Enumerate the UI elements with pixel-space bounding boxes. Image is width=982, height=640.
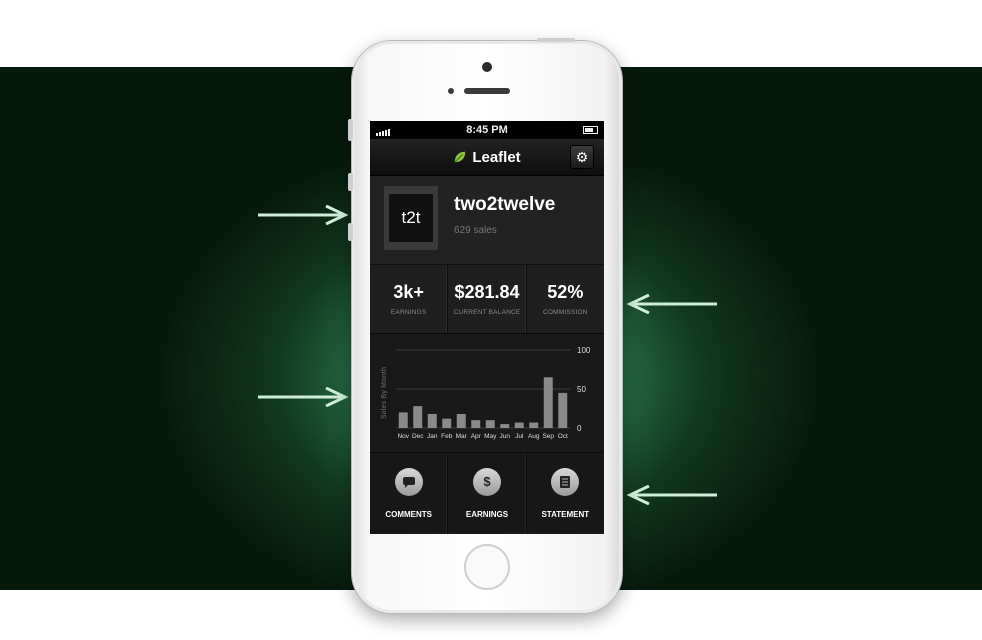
sales-chart-svg: 100 50 0 Sales By Month Nov Dec Jan Feb Mar Apr Ma… <box>381 346 591 440</box>
x-tick-label: Oct <box>558 433 568 440</box>
chart-bar <box>558 392 568 428</box>
stat-commission[interactable]: 52% COMMISSION <box>527 265 604 333</box>
chart-bar <box>471 420 481 428</box>
arrow-right-icon <box>258 205 349 225</box>
stat-label: COMMISSION <box>543 309 588 316</box>
tab-label: EARNINGS <box>465 509 509 519</box>
chart-bar <box>456 413 466 428</box>
app-title-text: Leaflet <box>472 148 521 166</box>
x-tick-label: Dec <box>412 433 424 440</box>
dollar-icon: $ <box>472 467 501 496</box>
avatar[interactable]: t2t <box>384 186 438 250</box>
x-tick-label: Jun <box>500 433 511 440</box>
stat-value: 52% <box>547 282 584 302</box>
tab-comments[interactable]: COMMENTS <box>370 453 449 533</box>
tab-earnings[interactable]: $ EARNINGS <box>448 453 527 533</box>
stat-value: 3k+ <box>393 282 424 302</box>
document-icon <box>551 467 580 496</box>
nav-bar: Leaflet ⚙ <box>370 139 604 176</box>
earpiece-speaker <box>464 88 510 94</box>
mute-switch <box>348 119 353 141</box>
gear-icon: ⚙ <box>575 148 589 165</box>
stat-earnings[interactable]: 3k+ EARNINGS <box>370 265 449 333</box>
status-bar: 8:45 PM <box>370 121 604 139</box>
leaf-icon <box>454 151 466 163</box>
status-time: 8:45 PM <box>466 124 508 136</box>
chart-bar <box>543 377 553 428</box>
profile-sales: 629 sales <box>454 225 497 236</box>
power-button <box>537 38 575 42</box>
x-tick-label: Feb <box>441 433 453 440</box>
battery-icon <box>582 126 598 134</box>
stat-value: $281.84 <box>454 282 520 302</box>
chart-bar <box>398 412 408 428</box>
x-tick-label: Aug <box>528 433 540 440</box>
settings-button[interactable]: ⚙ <box>570 145 594 169</box>
chart-bar <box>413 406 423 428</box>
app-title: Leaflet <box>453 148 521 166</box>
chart-bar <box>514 422 524 428</box>
profile-section: t2t two2twelve 629 sales <box>370 176 604 265</box>
chart-bar <box>529 422 539 428</box>
app-screen: 8:45 PM Leaflet ⚙ t2t two2twelve 629 sal… <box>370 121 604 534</box>
x-tick-label: Nov <box>397 433 409 440</box>
volume-down-button <box>348 223 353 241</box>
stats-row: 3k+ EARNINGS $281.84 CURRENT BALANCE 52%… <box>370 265 604 334</box>
stat-label: CURRENT BALANCE <box>453 309 521 316</box>
sales-chart: 100 50 0 Sales By Month Nov Dec Jan Feb Mar Apr Ma… <box>370 334 604 453</box>
profile-name: two2twelve <box>454 194 556 215</box>
proximity-sensor <box>448 88 454 94</box>
signal-icon <box>376 124 391 136</box>
x-tick-label: Mar <box>456 433 468 440</box>
x-tick-label: Jan <box>427 433 438 440</box>
x-tick-label: May <box>484 433 497 440</box>
chart-bar <box>427 413 437 428</box>
y-tick-label: 50 <box>577 385 586 394</box>
tab-label: STATEMENT <box>541 509 590 519</box>
arrow-left-icon <box>626 485 717 505</box>
arrow-right-icon <box>258 387 349 407</box>
x-tick-label: Sep <box>542 433 554 440</box>
tab-statement[interactable]: STATEMENT <box>527 453 604 533</box>
avatar-logo: t2t <box>389 194 433 242</box>
y-tick-label: 0 <box>577 424 582 433</box>
y-axis-label: Sales By Month <box>381 367 388 419</box>
volume-up-button <box>348 173 353 191</box>
x-tick-label: Jul <box>515 433 524 440</box>
chart-bar <box>485 420 495 428</box>
tab-bar: COMMENTS $ EARNINGS STATEMENT <box>370 453 604 533</box>
home-button[interactable] <box>464 544 510 590</box>
phone-device: 8:45 PM Leaflet ⚙ t2t two2twelve 629 sal… <box>348 38 622 613</box>
arrow-left-icon <box>626 294 717 314</box>
chart-bar <box>500 424 510 428</box>
y-tick-label: 100 <box>577 346 591 355</box>
stat-label: EARNINGS <box>390 309 427 316</box>
chart-bar <box>442 418 452 428</box>
x-tick-label: Apr <box>471 433 482 440</box>
stat-current-balance[interactable]: $281.84 CURRENT BALANCE <box>448 265 527 333</box>
tab-label: COMMENTS <box>385 509 432 519</box>
front-camera <box>482 62 492 72</box>
speech-bubble-icon <box>394 467 423 496</box>
